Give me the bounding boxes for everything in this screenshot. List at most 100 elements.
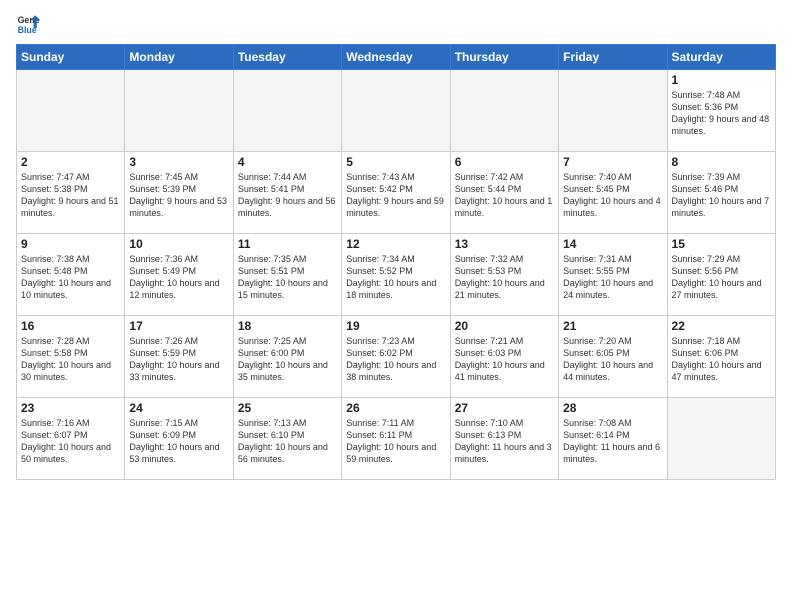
day-cell <box>17 70 125 152</box>
day-info: Sunrise: 7:35 AM Sunset: 5:51 PM Dayligh… <box>238 253 337 302</box>
weekday-header-friday: Friday <box>559 45 667 70</box>
week-row-1: 1 Sunrise: 7:48 AM Sunset: 5:36 PM Daylig… <box>17 70 776 152</box>
day-cell: 18 Sunrise: 7:25 AM Sunset: 6:00 PM Dayli… <box>233 316 341 398</box>
day-number: 20 <box>455 319 554 333</box>
weekday-header-tuesday: Tuesday <box>233 45 341 70</box>
day-number: 13 <box>455 237 554 251</box>
day-info: Sunrise: 7:43 AM Sunset: 5:42 PM Dayligh… <box>346 171 445 220</box>
day-cell: 9 Sunrise: 7:38 AM Sunset: 5:48 PM Daylig… <box>17 234 125 316</box>
day-cell <box>342 70 450 152</box>
weekday-header-monday: Monday <box>125 45 233 70</box>
day-number: 19 <box>346 319 445 333</box>
day-cell <box>450 70 558 152</box>
day-cell: 26 Sunrise: 7:11 AM Sunset: 6:11 PM Dayli… <box>342 398 450 480</box>
day-cell: 27 Sunrise: 7:10 AM Sunset: 6:13 PM Dayli… <box>450 398 558 480</box>
day-cell: 11 Sunrise: 7:35 AM Sunset: 5:51 PM Dayli… <box>233 234 341 316</box>
day-cell: 15 Sunrise: 7:29 AM Sunset: 5:56 PM Dayli… <box>667 234 775 316</box>
day-cell: 22 Sunrise: 7:18 AM Sunset: 6:06 PM Dayli… <box>667 316 775 398</box>
day-cell: 8 Sunrise: 7:39 AM Sunset: 5:46 PM Daylig… <box>667 152 775 234</box>
day-info: Sunrise: 7:25 AM Sunset: 6:00 PM Dayligh… <box>238 335 337 384</box>
page-container: General Blue SundayMondayTuesdayWednesda… <box>0 0 792 488</box>
day-info: Sunrise: 7:23 AM Sunset: 6:02 PM Dayligh… <box>346 335 445 384</box>
day-cell: 20 Sunrise: 7:21 AM Sunset: 6:03 PM Dayli… <box>450 316 558 398</box>
day-number: 27 <box>455 401 554 415</box>
day-cell: 16Sunrise: 7:28 AM Sunset: 5:58 PM Dayli… <box>17 316 125 398</box>
day-number: 11 <box>238 237 337 251</box>
day-cell: 24 Sunrise: 7:15 AM Sunset: 6:09 PM Dayli… <box>125 398 233 480</box>
day-cell <box>667 398 775 480</box>
day-cell: 23Sunrise: 7:16 AM Sunset: 6:07 PM Dayli… <box>17 398 125 480</box>
day-info: Sunrise: 7:47 AM Sunset: 5:38 PM Dayligh… <box>21 171 120 220</box>
day-cell: 2 Sunrise: 7:47 AM Sunset: 5:38 PM Daylig… <box>17 152 125 234</box>
day-cell: 28 Sunrise: 7:08 AM Sunset: 6:14 PM Dayli… <box>559 398 667 480</box>
day-number: 4 <box>238 155 337 169</box>
day-info: Sunrise: 7:16 AM Sunset: 6:07 PM Dayligh… <box>21 417 120 466</box>
day-info: Sunrise: 7:42 AM Sunset: 5:44 PM Dayligh… <box>455 171 554 220</box>
day-info: Sunrise: 7:18 AM Sunset: 6:06 PM Dayligh… <box>672 335 771 384</box>
day-cell: 7 Sunrise: 7:40 AM Sunset: 5:45 PM Daylig… <box>559 152 667 234</box>
day-number: 16 <box>21 319 120 333</box>
day-number: 2 <box>21 155 120 169</box>
day-number: 18 <box>238 319 337 333</box>
day-cell: 21Sunrise: 7:20 AM Sunset: 6:05 PM Dayli… <box>559 316 667 398</box>
weekday-header-sunday: Sunday <box>17 45 125 70</box>
day-cell: 17Sunrise: 7:26 AM Sunset: 5:59 PM Dayli… <box>125 316 233 398</box>
day-cell: 5 Sunrise: 7:43 AM Sunset: 5:42 PM Daylig… <box>342 152 450 234</box>
day-number: 14 <box>563 237 662 251</box>
day-info: Sunrise: 7:36 AM Sunset: 5:49 PM Dayligh… <box>129 253 228 302</box>
day-cell <box>559 70 667 152</box>
day-cell: 19 Sunrise: 7:23 AM Sunset: 6:02 PM Dayli… <box>342 316 450 398</box>
day-info: Sunrise: 7:45 AM Sunset: 5:39 PM Dayligh… <box>129 171 228 220</box>
day-number: 21 <box>563 319 662 333</box>
day-cell: 10Sunrise: 7:36 AM Sunset: 5:49 PM Dayli… <box>125 234 233 316</box>
header: General Blue <box>16 12 776 36</box>
day-number: 1 <box>672 73 771 87</box>
day-info: Sunrise: 7:39 AM Sunset: 5:46 PM Dayligh… <box>672 171 771 220</box>
day-number: 8 <box>672 155 771 169</box>
day-info: Sunrise: 7:26 AM Sunset: 5:59 PM Dayligh… <box>129 335 228 384</box>
day-cell <box>125 70 233 152</box>
weekday-header-row: SundayMondayTuesdayWednesdayThursdayFrid… <box>17 45 776 70</box>
day-info: Sunrise: 7:11 AM Sunset: 6:11 PM Dayligh… <box>346 417 445 466</box>
day-number: 6 <box>455 155 554 169</box>
day-info: Sunrise: 7:31 AM Sunset: 5:55 PM Dayligh… <box>563 253 662 302</box>
day-number: 28 <box>563 401 662 415</box>
day-number: 24 <box>129 401 228 415</box>
day-cell: 14 Sunrise: 7:31 AM Sunset: 5:55 PM Dayli… <box>559 234 667 316</box>
day-info: Sunrise: 7:32 AM Sunset: 5:53 PM Dayligh… <box>455 253 554 302</box>
day-number: 26 <box>346 401 445 415</box>
day-info: Sunrise: 7:15 AM Sunset: 6:09 PM Dayligh… <box>129 417 228 466</box>
day-info: Sunrise: 7:13 AM Sunset: 6:10 PM Dayligh… <box>238 417 337 466</box>
day-cell: 1 Sunrise: 7:48 AM Sunset: 5:36 PM Daylig… <box>667 70 775 152</box>
day-number: 25 <box>238 401 337 415</box>
day-number: 12 <box>346 237 445 251</box>
day-info: Sunrise: 7:48 AM Sunset: 5:36 PM Dayligh… <box>672 89 771 138</box>
day-info: Sunrise: 7:29 AM Sunset: 5:56 PM Dayligh… <box>672 253 771 302</box>
day-info: Sunrise: 7:40 AM Sunset: 5:45 PM Dayligh… <box>563 171 662 220</box>
day-cell: 13 Sunrise: 7:32 AM Sunset: 5:53 PM Dayli… <box>450 234 558 316</box>
weekday-header-thursday: Thursday <box>450 45 558 70</box>
day-info: Sunrise: 7:38 AM Sunset: 5:48 PM Dayligh… <box>21 253 120 302</box>
weekday-header-saturday: Saturday <box>667 45 775 70</box>
day-info: Sunrise: 7:34 AM Sunset: 5:52 PM Dayligh… <box>346 253 445 302</box>
day-info: Sunrise: 7:08 AM Sunset: 6:14 PM Dayligh… <box>563 417 662 466</box>
day-cell: 4 Sunrise: 7:44 AM Sunset: 5:41 PM Daylig… <box>233 152 341 234</box>
day-number: 7 <box>563 155 662 169</box>
day-number: 9 <box>21 237 120 251</box>
day-info: Sunrise: 7:21 AM Sunset: 6:03 PM Dayligh… <box>455 335 554 384</box>
calendar: SundayMondayTuesdayWednesdayThursdayFrid… <box>16 44 776 480</box>
day-cell: 25 Sunrise: 7:13 AM Sunset: 6:10 PM Dayli… <box>233 398 341 480</box>
day-info: Sunrise: 7:10 AM Sunset: 6:13 PM Dayligh… <box>455 417 554 466</box>
day-cell <box>233 70 341 152</box>
day-cell: 6 Sunrise: 7:42 AM Sunset: 5:44 PM Daylig… <box>450 152 558 234</box>
day-number: 22 <box>672 319 771 333</box>
day-number: 5 <box>346 155 445 169</box>
logo: General Blue <box>16 12 44 36</box>
day-info: Sunrise: 7:44 AM Sunset: 5:41 PM Dayligh… <box>238 171 337 220</box>
day-number: 15 <box>672 237 771 251</box>
day-cell: 3 Sunrise: 7:45 AM Sunset: 5:39 PM Daylig… <box>125 152 233 234</box>
day-number: 3 <box>129 155 228 169</box>
weekday-header-wednesday: Wednesday <box>342 45 450 70</box>
logo-icon: General Blue <box>16 12 40 36</box>
day-cell: 12 Sunrise: 7:34 AM Sunset: 5:52 PM Dayli… <box>342 234 450 316</box>
